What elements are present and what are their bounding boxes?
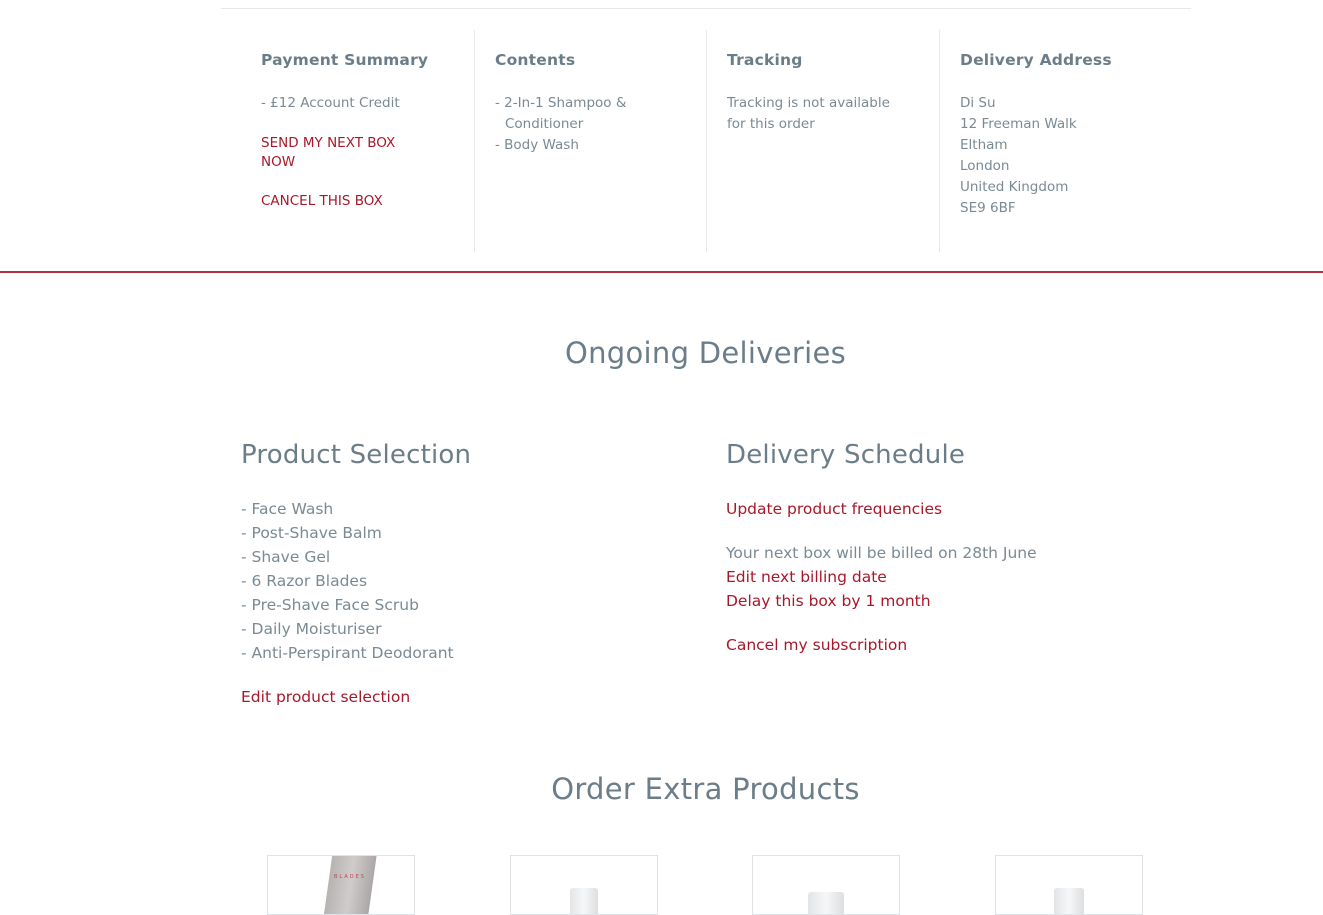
payment-summary-body: - £12 Account Credit SEND MY NEXT BOX NO… <box>261 93 474 211</box>
tracking-status-line: for this order <box>727 116 815 132</box>
address-line: United Kingdom <box>960 179 1069 195</box>
payment-summary-heading: Payment Summary <box>261 51 429 69</box>
tracking-heading: Tracking <box>727 51 803 69</box>
list-item: - Daily Moisturiser <box>241 620 382 638</box>
address-line: SE9 6BF <box>960 200 1016 216</box>
edit-next-billing-date-link[interactable]: Edit next billing date <box>726 565 887 589</box>
cancel-this-box-link[interactable]: CANCEL THIS BOX <box>261 192 431 211</box>
address-line: Eltham <box>960 137 1008 153</box>
delivery-address-body: Di Su 12 Freeman Walk Eltham London Unit… <box>960 93 1171 219</box>
list-item: - Post-Shave Balm <box>241 524 382 542</box>
list-item: - Face Wash <box>241 500 334 518</box>
list-item: - 6 Razor Blades <box>241 572 368 590</box>
product-tube-image <box>570 888 598 914</box>
blades-brand-label: BLADES <box>334 874 366 880</box>
order-extra-products-title: Order Extra Products <box>551 772 860 806</box>
cancel-subscription-link[interactable]: Cancel my subscription <box>726 633 907 657</box>
edit-product-selection-link[interactable]: Edit product selection <box>241 685 410 709</box>
list-item: - Anti-Perspirant Deodorant <box>241 644 454 662</box>
delay-box-link[interactable]: Delay this box by 1 month <box>726 589 931 613</box>
address-line: Di Su <box>960 95 996 111</box>
delivery-address-heading: Delivery Address <box>960 51 1112 69</box>
account-credit-line: - £12 Account Credit <box>261 95 400 111</box>
delivery-address-column: Delivery Address Di Su 12 Freeman Walk E… <box>939 30 1171 252</box>
tracking-body: Tracking is not available for this order <box>727 93 939 135</box>
contents-body: - 2-In-1 Shampoo & Conditioner - Body Wa… <box>495 93 706 156</box>
product-card-blades[interactable]: BLADES <box>267 855 415 915</box>
list-item: - Pre-Shave Face Scrub <box>241 596 419 614</box>
list-item: - Shave Gel <box>241 548 331 566</box>
next-billing-info: Your next box will be billed on 28th Jun… <box>726 544 1037 562</box>
contents-item: - Body Wash <box>495 137 579 153</box>
ongoing-deliveries-title: Ongoing Deliveries <box>564 336 847 370</box>
current-box-panel: Payment Summary - £12 Account Credit SEN… <box>241 30 1171 252</box>
product-card[interactable] <box>510 855 658 915</box>
tracking-status-line: Tracking is not available <box>727 95 890 111</box>
contents-column: Contents - 2-In-1 Shampoo & Conditioner … <box>474 30 706 252</box>
product-selection-list: - Face Wash - Post-Shave Balm - Shave Ge… <box>241 497 454 665</box>
contents-item-continued: Conditioner <box>505 116 584 132</box>
payment-summary-column: Payment Summary - £12 Account Credit SEN… <box>241 30 474 252</box>
address-line: London <box>960 158 1010 174</box>
product-tube-image <box>1054 888 1084 914</box>
blades-package-image <box>323 856 377 914</box>
section-divider <box>0 271 1323 273</box>
contents-heading: Contents <box>495 51 576 69</box>
delivery-schedule-heading: Delivery Schedule <box>726 440 966 470</box>
product-tube-image <box>808 892 844 914</box>
tracking-column: Tracking Tracking is not available for t… <box>706 30 939 252</box>
contents-item: - 2-In-1 Shampoo & <box>495 95 627 111</box>
top-divider <box>221 8 1191 9</box>
product-card[interactable] <box>995 855 1143 915</box>
product-card[interactable] <box>752 855 900 915</box>
update-product-frequencies-link[interactable]: Update product frequencies <box>726 497 942 521</box>
address-line: 12 Freeman Walk <box>960 116 1077 132</box>
send-next-box-now-link[interactable]: SEND MY NEXT BOX NOW <box>261 134 431 172</box>
product-selection-heading: Product Selection <box>241 440 472 470</box>
